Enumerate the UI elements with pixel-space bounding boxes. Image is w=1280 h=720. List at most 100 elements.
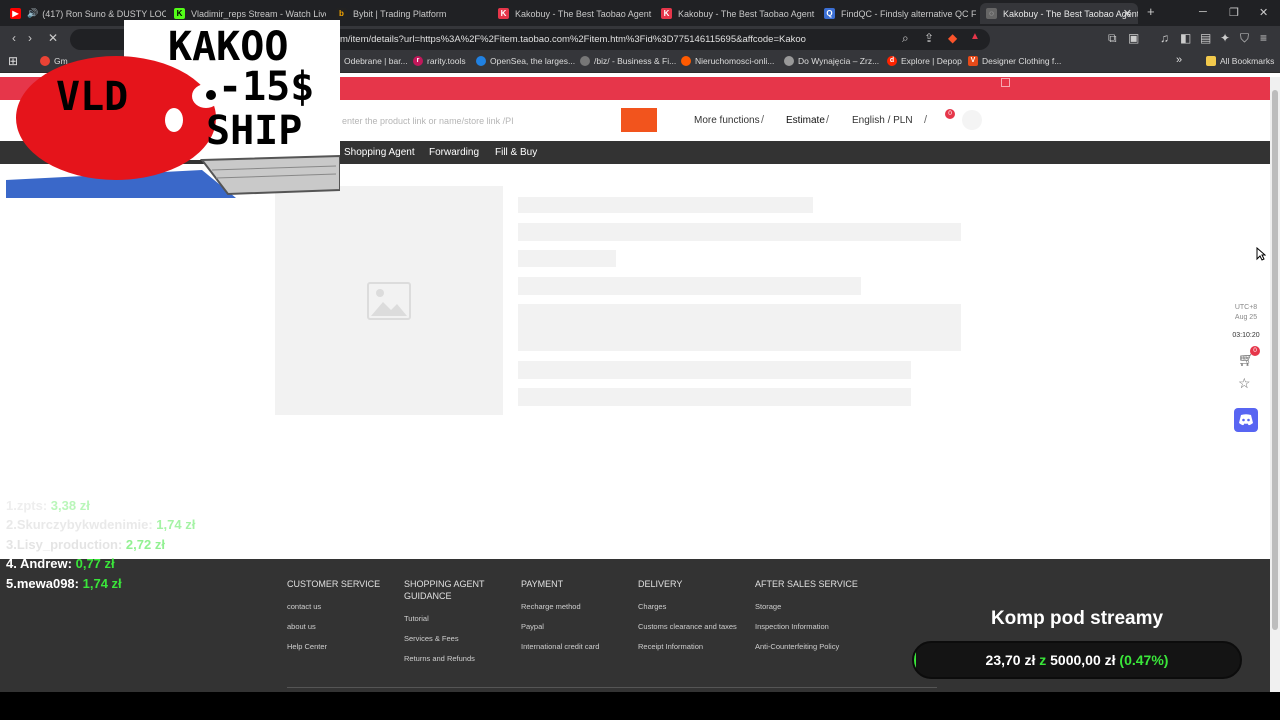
date-label: Aug 25 bbox=[1234, 314, 1258, 321]
footer-link[interactable]: Paypal bbox=[521, 622, 544, 631]
tab-kakobuy-2[interactable]: K Kakobuy - The Best Taobao Agent H bbox=[655, 3, 815, 24]
skeleton-line bbox=[518, 361, 911, 379]
extension-icon[interactable]: ⧉ bbox=[1108, 31, 1117, 46]
leaderboard-entry: 2.Skurczybykwdenimie: 1,74 zł bbox=[6, 517, 195, 532]
bookmark-label: /biz/ - Business & Fi... bbox=[594, 56, 677, 66]
bookmark-item[interactable]: Do Wynajęcia – Zrz... bbox=[784, 56, 879, 66]
favorites-star-icon[interactable]: ☆ bbox=[1238, 375, 1251, 392]
donor-name: 2.Skurczybykwdenimie: bbox=[6, 517, 153, 532]
loading-icon: ◌ bbox=[986, 8, 997, 19]
server-time-widget: UTC+8 Aug 25 03:10:20 bbox=[1228, 303, 1264, 341]
footer-link[interactable]: Returns and Refunds bbox=[404, 654, 475, 663]
close-window-icon[interactable]: ✕ bbox=[1259, 6, 1268, 19]
cursor-icon bbox=[1256, 247, 1266, 261]
footer-link[interactable]: Receipt Information bbox=[638, 642, 703, 651]
search-placeholder: enter the product link or name/store lin… bbox=[342, 116, 514, 126]
footer-link[interactable]: Customs clearance and taxes bbox=[638, 622, 737, 631]
tab-title: Kakobuy - The Best Taobao Agent H bbox=[515, 8, 652, 19]
separator: / bbox=[826, 114, 830, 126]
more-functions-link[interactable]: More functions bbox=[694, 115, 760, 126]
reader-icon[interactable]: ▤ bbox=[1200, 31, 1211, 45]
donation-amount: 1,74 zł bbox=[82, 576, 122, 591]
kick-icon: K bbox=[174, 8, 185, 19]
footer-link[interactable]: International credit card bbox=[521, 642, 599, 651]
tab-kakobuy-active[interactable]: ◌ Kakobuy - The Best Taobao Agent ✕ bbox=[980, 3, 1138, 24]
url-text: m/item/details?url=https%3A%2F%2Fitem.ta… bbox=[340, 34, 806, 45]
nav-fill-and-buy[interactable]: Fill & Buy bbox=[495, 147, 537, 158]
tab-title: Kakobuy - The Best Taobao Agent bbox=[1003, 8, 1138, 19]
restore-icon[interactable]: ❐ bbox=[1229, 6, 1239, 19]
footer-link[interactable]: Services & Fees bbox=[404, 634, 459, 643]
new-tab-button[interactable]: + bbox=[1147, 4, 1155, 19]
discord-icon[interactable] bbox=[1234, 408, 1258, 432]
rarity-icon: r bbox=[413, 56, 423, 66]
bookmark-item[interactable]: OpenSea, the larges... bbox=[476, 56, 575, 66]
float-cart-badge: 0 bbox=[1250, 346, 1260, 356]
donation-goal-bar: 23,70 zł z 5000,00 zł (0.47%) bbox=[912, 641, 1242, 679]
scrollbar-thumb[interactable] bbox=[1272, 90, 1278, 630]
footer-link[interactable]: Help Center bbox=[287, 642, 327, 651]
close-tab-icon[interactable]: ✕ bbox=[1123, 7, 1132, 20]
bookmark-label: Designer Clothing f... bbox=[982, 56, 1062, 66]
donation-goal-title: Komp pod streamy bbox=[990, 608, 1164, 629]
donation-amount: 0,77 zł bbox=[75, 556, 115, 571]
search-input[interactable]: enter the product link or name/store lin… bbox=[342, 111, 620, 131]
skeleton-line bbox=[518, 250, 616, 267]
sidebar-icon[interactable]: ◧ bbox=[1180, 31, 1191, 45]
footer-link[interactable]: contact us bbox=[287, 602, 321, 611]
zoom-icon[interactable]: ⌕ bbox=[902, 31, 909, 46]
footer-link[interactable]: Recharge method bbox=[521, 602, 581, 611]
bookmark-label: Odebrane | bar... bbox=[344, 56, 408, 66]
bookmark-item[interactable]: /biz/ - Business & Fi... bbox=[580, 56, 676, 66]
all-bookmarks-folder[interactable]: All Bookmarks bbox=[1206, 56, 1274, 66]
language-currency-selector[interactable]: English / PLN bbox=[852, 115, 913, 126]
minimize-icon[interactable]: ─ bbox=[1199, 6, 1207, 18]
separator: / bbox=[761, 114, 765, 126]
menu-icon[interactable]: ≡ bbox=[1260, 31, 1267, 45]
bookmark-label: Nieruchomosci-onli... bbox=[695, 56, 775, 66]
leaderboard-entry: 5.mewa098: 1,74 zł bbox=[6, 576, 122, 591]
footer-divider bbox=[287, 687, 937, 688]
footer-link[interactable]: Anti-Counterfeiting Policy bbox=[755, 642, 839, 651]
goal-percent: (0.47%) bbox=[1119, 652, 1169, 668]
nav-shopping-agent[interactable]: Shopping Agent bbox=[344, 147, 415, 158]
rewards-icon[interactable]: ▲ bbox=[970, 31, 980, 42]
leo-icon[interactable]: ✦ bbox=[1220, 31, 1230, 45]
globe-icon bbox=[784, 56, 794, 66]
avatar[interactable] bbox=[962, 110, 982, 130]
bybit-icon: b bbox=[336, 8, 347, 19]
bookmark-item[interactable]: Nieruchomosci-onli... bbox=[681, 56, 774, 66]
bookmark-item[interactable]: Odebrane | bar... bbox=[344, 56, 408, 66]
donor-name: 4. Andrew: bbox=[6, 556, 72, 571]
bookmark-item[interactable]: r rarity.tools bbox=[413, 56, 466, 66]
donation-amount: 2,72 zł bbox=[125, 537, 165, 552]
tab-bybit[interactable]: b Bybit | Trading Platform bbox=[330, 3, 490, 24]
nav-forwarding[interactable]: Forwarding bbox=[429, 147, 479, 158]
footer-link[interactable]: Storage bbox=[755, 602, 781, 611]
vpn-icon[interactable]: ⛉ bbox=[1240, 31, 1249, 46]
banner-close-icon[interactable] bbox=[1001, 78, 1010, 87]
tab-title: Kakobuy - The Best Taobao Agent H bbox=[678, 8, 815, 19]
tab-kakobuy-1[interactable]: K Kakobuy - The Best Taobao Agent H bbox=[492, 3, 652, 24]
cart-count-badge: 0 bbox=[945, 109, 955, 119]
media-icon[interactable]: ♫ bbox=[1160, 31, 1169, 45]
estimate-link[interactable]: Estimate bbox=[786, 115, 825, 126]
footer-link[interactable]: Tutorial bbox=[404, 614, 429, 623]
tab-title: Bybit | Trading Platform bbox=[353, 8, 447, 19]
search-button[interactable] bbox=[621, 108, 657, 132]
image-icon bbox=[367, 282, 411, 320]
footer-link[interactable]: Inspection Information bbox=[755, 622, 829, 631]
footer-link[interactable]: about us bbox=[287, 622, 316, 631]
share-icon[interactable]: ⇪ bbox=[924, 31, 934, 45]
folder-icon bbox=[1206, 56, 1216, 66]
bookmark-item[interactable]: V Designer Clothing f... bbox=[968, 56, 1061, 66]
more-bookmarks-icon[interactable]: » bbox=[1176, 54, 1182, 66]
bookmark-item[interactable]: d Explore | Depop bbox=[887, 56, 962, 66]
tab-findqc[interactable]: Q FindQC - Findsly alternative QC Find bbox=[818, 3, 976, 24]
footer-link[interactable]: Charges bbox=[638, 602, 666, 611]
brave-shield-icon[interactable]: ◆ bbox=[948, 31, 957, 45]
wallet-icon[interactable]: ▣ bbox=[1128, 31, 1139, 45]
timezone-label: UTC+8 bbox=[1234, 304, 1258, 311]
product-image-placeholder bbox=[275, 186, 503, 415]
fourchan-icon bbox=[580, 56, 590, 66]
